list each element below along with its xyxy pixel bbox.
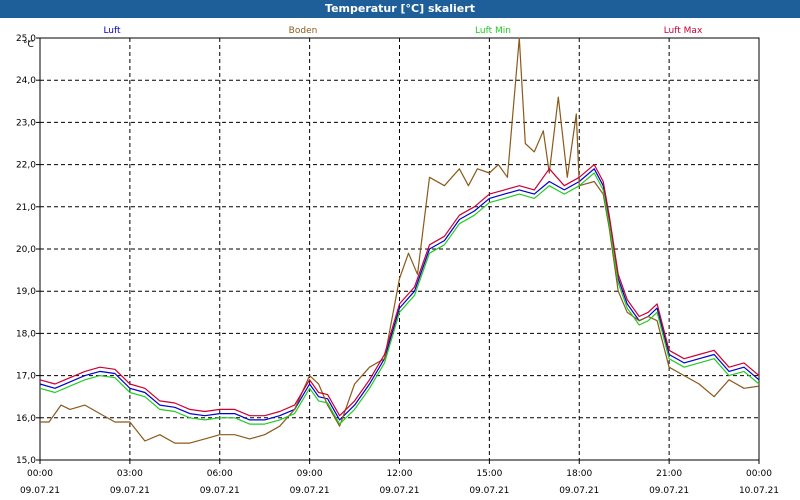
y-tick-label: 15,0 [16,456,36,466]
temperature-chart: 15,0 16,0 17,0 18,0 19,0 20,0 21,0 22,0 23,0 24,0… [16,26,779,496]
x-tick-time-label: 03:00 [117,469,143,479]
x-tick-date-label: 09.07.21 [290,486,330,496]
x-tick-time-label: 18:00 [566,469,592,479]
y-tick-label: 20,0 [16,245,36,255]
x-tick-date-label: 09.07.21 [110,486,150,496]
x-tick-time-label: 00:00 [746,469,772,479]
x-tick-time-label: 15:00 [476,469,502,479]
y-tick-label: 22,0 [16,161,36,171]
y-axis: 15,0 16,0 17,0 18,0 19,0 20,0 21,0 22,0 23,0 24,0… [16,34,40,466]
y-tick-label: 18,0 [16,329,36,339]
x-tick-time-label: 06:00 [207,469,233,479]
y-tick-label: 23,0 [16,118,36,128]
x-tick-date-label: 09.07.21 [559,486,599,496]
legend-entry: Boden [289,26,318,36]
y-tick-label: 21,0 [16,203,36,213]
y-tick-label: 24,0 [16,76,36,86]
y-tick-label: 19,0 [16,287,36,297]
y-tick-label: 16,0 [16,414,36,424]
legend-entry: Luft Min [475,26,511,36]
legend-entry: Luft [103,26,121,36]
x-tick-time-label: 00:00 [27,469,53,479]
x-tick-date-label: 10.07.21 [739,486,779,496]
grid-lines [40,38,759,460]
x-tick-time-label: 09:00 [297,469,323,479]
x-tick-date-label: 09.07.21 [20,486,60,496]
x-tick-date-label: 09.07.21 [649,486,689,496]
x-tick-date-label: 09.07.21 [200,486,240,496]
x-tick-date-label: 09.07.21 [379,486,419,496]
legend: Luft Boden Luft Min Luft Max [103,26,703,36]
y-axis-label: °C [23,40,34,50]
x-tick-date-label: 09.07.21 [469,486,509,496]
x-tick-time-label: 21:00 [656,469,682,479]
x-axis: 00:00 09.07.21 03:00 09.07.21 06:00 09.07.21 0… [20,460,779,496]
y-tick-label: 17,0 [16,372,36,382]
legend-entry: Luft Max [664,26,703,36]
chart-window: Temperatur [°C] skaliert 15,0 16,0 17,0 18,… [0,0,800,500]
x-tick-time-label: 12:00 [387,469,413,479]
